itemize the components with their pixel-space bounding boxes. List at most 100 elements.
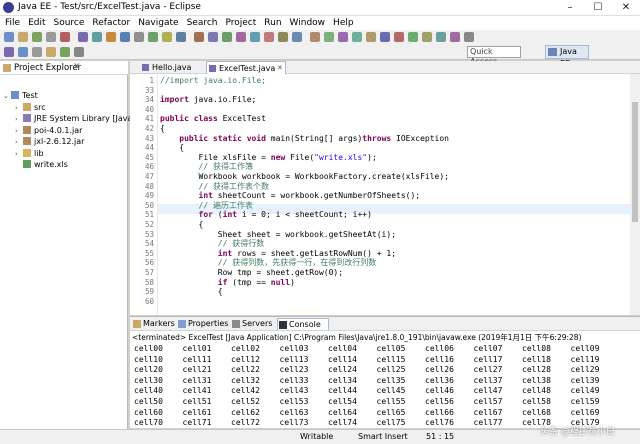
tab-properties[interactable]: Properties xyxy=(177,318,229,330)
toolbar-button-icon[interactable] xyxy=(380,32,390,42)
toolbar-nav-icon[interactable] xyxy=(4,47,14,57)
toolbar-button-icon[interactable] xyxy=(4,32,14,42)
tree-item[interactable]: › lib xyxy=(15,148,44,159)
tab-label: Markers xyxy=(143,319,175,328)
toolbar-button-icon[interactable] xyxy=(352,32,362,42)
toolbar-button-icon[interactable] xyxy=(18,32,28,42)
code-line: { xyxy=(160,220,204,230)
menu-navigate[interactable]: Navigate xyxy=(134,16,182,30)
watermark-text: 头条 @程序员小白 xyxy=(540,427,615,437)
toolbar-button-icon[interactable] xyxy=(436,32,446,42)
menu-search[interactable]: Search xyxy=(183,16,222,30)
editor-vertical-scrollbar[interactable] xyxy=(630,74,640,315)
toolbar-button-icon[interactable] xyxy=(162,32,172,42)
menu-window[interactable]: Window xyxy=(286,16,330,30)
tree-item[interactable]: write.xls xyxy=(15,159,68,170)
toolbar-button-icon[interactable] xyxy=(134,32,144,42)
tab-servers[interactable]: Servers xyxy=(231,318,275,330)
toolbar-nav-icon[interactable] xyxy=(32,47,42,57)
tree-item[interactable]: › poi-4.0.1.jar xyxy=(15,125,82,136)
code-line: public class ExcelTest xyxy=(160,114,266,124)
tree-item[interactable]: › jxl-2.6.12.jar xyxy=(15,136,84,147)
menu-refactor[interactable]: Refactor xyxy=(88,16,134,30)
tab-console[interactable]: Console xyxy=(277,318,329,330)
toolbar-button-icon[interactable] xyxy=(106,32,116,42)
toolbar-button-icon[interactable] xyxy=(264,32,274,42)
toolbar-button-icon[interactable] xyxy=(464,32,474,42)
menu-source[interactable]: Source xyxy=(50,16,89,30)
quick-access-input[interactable]: Quick Access xyxy=(467,46,521,66)
tree-item[interactable]: › src xyxy=(15,102,46,113)
toolbar-button-icon[interactable] xyxy=(148,32,158,42)
code-token: { xyxy=(160,287,223,297)
toolbar-button-icon[interactable] xyxy=(394,32,404,42)
code-token: null xyxy=(270,277,291,287)
toolbar-button-icon[interactable] xyxy=(194,32,204,42)
toolbar-button-icon[interactable] xyxy=(366,32,376,42)
toolbar-button-icon[interactable] xyxy=(32,32,42,42)
console-icon xyxy=(279,321,287,329)
console-cell: cell65 xyxy=(376,407,406,417)
chevron-right-icon[interactable]: › xyxy=(15,103,23,114)
toolbar-nav-icon[interactable] xyxy=(74,47,84,57)
tab-markers[interactable]: Markers xyxy=(132,318,176,330)
toolbar-button-icon[interactable] xyxy=(450,32,460,42)
code-line: Row tmp = sheet.getRow(0); xyxy=(160,268,343,278)
menu-project[interactable]: Project xyxy=(221,16,260,30)
toolbar-button-icon[interactable] xyxy=(120,32,130,42)
console-cell: cell72 xyxy=(231,418,260,428)
toolbar-button-icon[interactable] xyxy=(46,32,56,42)
console-cell: cell22 xyxy=(231,365,260,375)
toolbar-button-icon[interactable] xyxy=(408,32,418,42)
chevron-right-icon[interactable]: › xyxy=(15,149,23,160)
tree-item-label: lib xyxy=(34,148,44,158)
chevron-right-icon[interactable]: › xyxy=(15,114,23,125)
file-icon xyxy=(23,160,31,168)
toolbar-button-icon[interactable] xyxy=(92,32,102,42)
line-number: 1 xyxy=(149,76,154,85)
tab-exceltest-java[interactable]: ExcelTest.java ✕ xyxy=(206,61,286,74)
menu-edit[interactable]: Edit xyxy=(24,16,49,30)
toolbar-button-icon[interactable] xyxy=(208,32,218,42)
close-icon[interactable]: ✕ xyxy=(73,62,81,72)
menu-file[interactable]: File xyxy=(0,16,24,30)
toolbar-button-icon[interactable] xyxy=(222,32,232,42)
chevron-right-icon[interactable]: › xyxy=(15,137,23,148)
chevron-down-icon[interactable]: ⌄ xyxy=(3,91,11,102)
menu-run[interactable]: Run xyxy=(260,16,285,30)
line-number: 50 xyxy=(144,200,154,210)
toolbar-nav-icon[interactable] xyxy=(18,47,28,57)
toolbar-button-icon[interactable] xyxy=(250,32,260,42)
maximize-button[interactable]: ☐ xyxy=(584,0,612,16)
line-number: 56 xyxy=(144,258,154,268)
console-cell: cell57 xyxy=(473,397,503,406)
toolbar-button-icon[interactable] xyxy=(338,32,348,42)
menu-bar: File Edit Source Refactor Navigate Search Proj… xyxy=(0,16,640,30)
menu-help[interactable]: Help xyxy=(329,16,358,30)
toolbar-nav-icon[interactable] xyxy=(60,47,70,57)
chevron-right-icon[interactable]: › xyxy=(15,126,23,137)
toolbar-button-icon[interactable] xyxy=(324,32,334,42)
toolbar-button-icon[interactable] xyxy=(60,32,70,42)
tree-item[interactable]: ⌄ Test xyxy=(3,90,38,101)
tab-label: ExcelTest.java xyxy=(219,64,276,73)
perspective-java-ee-button[interactable]: Java EE xyxy=(545,45,589,68)
toolbar-button-icon[interactable] xyxy=(176,32,186,42)
toolbar-nav-icon[interactable] xyxy=(46,47,56,57)
toolbar-button-icon[interactable] xyxy=(278,32,288,42)
toolbar-button-icon[interactable] xyxy=(236,32,246,42)
scrollbar-thumb[interactable] xyxy=(632,102,638,222)
tab-hello-java[interactable]: Hello.java xyxy=(140,61,204,74)
console-cell: cell47 xyxy=(473,386,503,396)
close-icon[interactable]: ✕ xyxy=(277,62,283,75)
project-explorer-icon xyxy=(3,64,11,72)
project-explorer-tab[interactable]: Project Explorer ✕ xyxy=(0,61,128,75)
minimize-button[interactable]: – xyxy=(556,0,584,16)
toolbar-button-icon[interactable] xyxy=(422,32,432,42)
toolbar-button-icon[interactable] xyxy=(292,32,302,42)
code-token: Workbook workbook = WorkbookFactory.crea… xyxy=(160,172,449,181)
toolbar-button-icon[interactable] xyxy=(310,32,320,42)
toolbar-button-icon[interactable] xyxy=(78,32,88,42)
close-window-button[interactable]: ✕ xyxy=(612,0,640,16)
console-cell: cell50 xyxy=(134,397,163,406)
